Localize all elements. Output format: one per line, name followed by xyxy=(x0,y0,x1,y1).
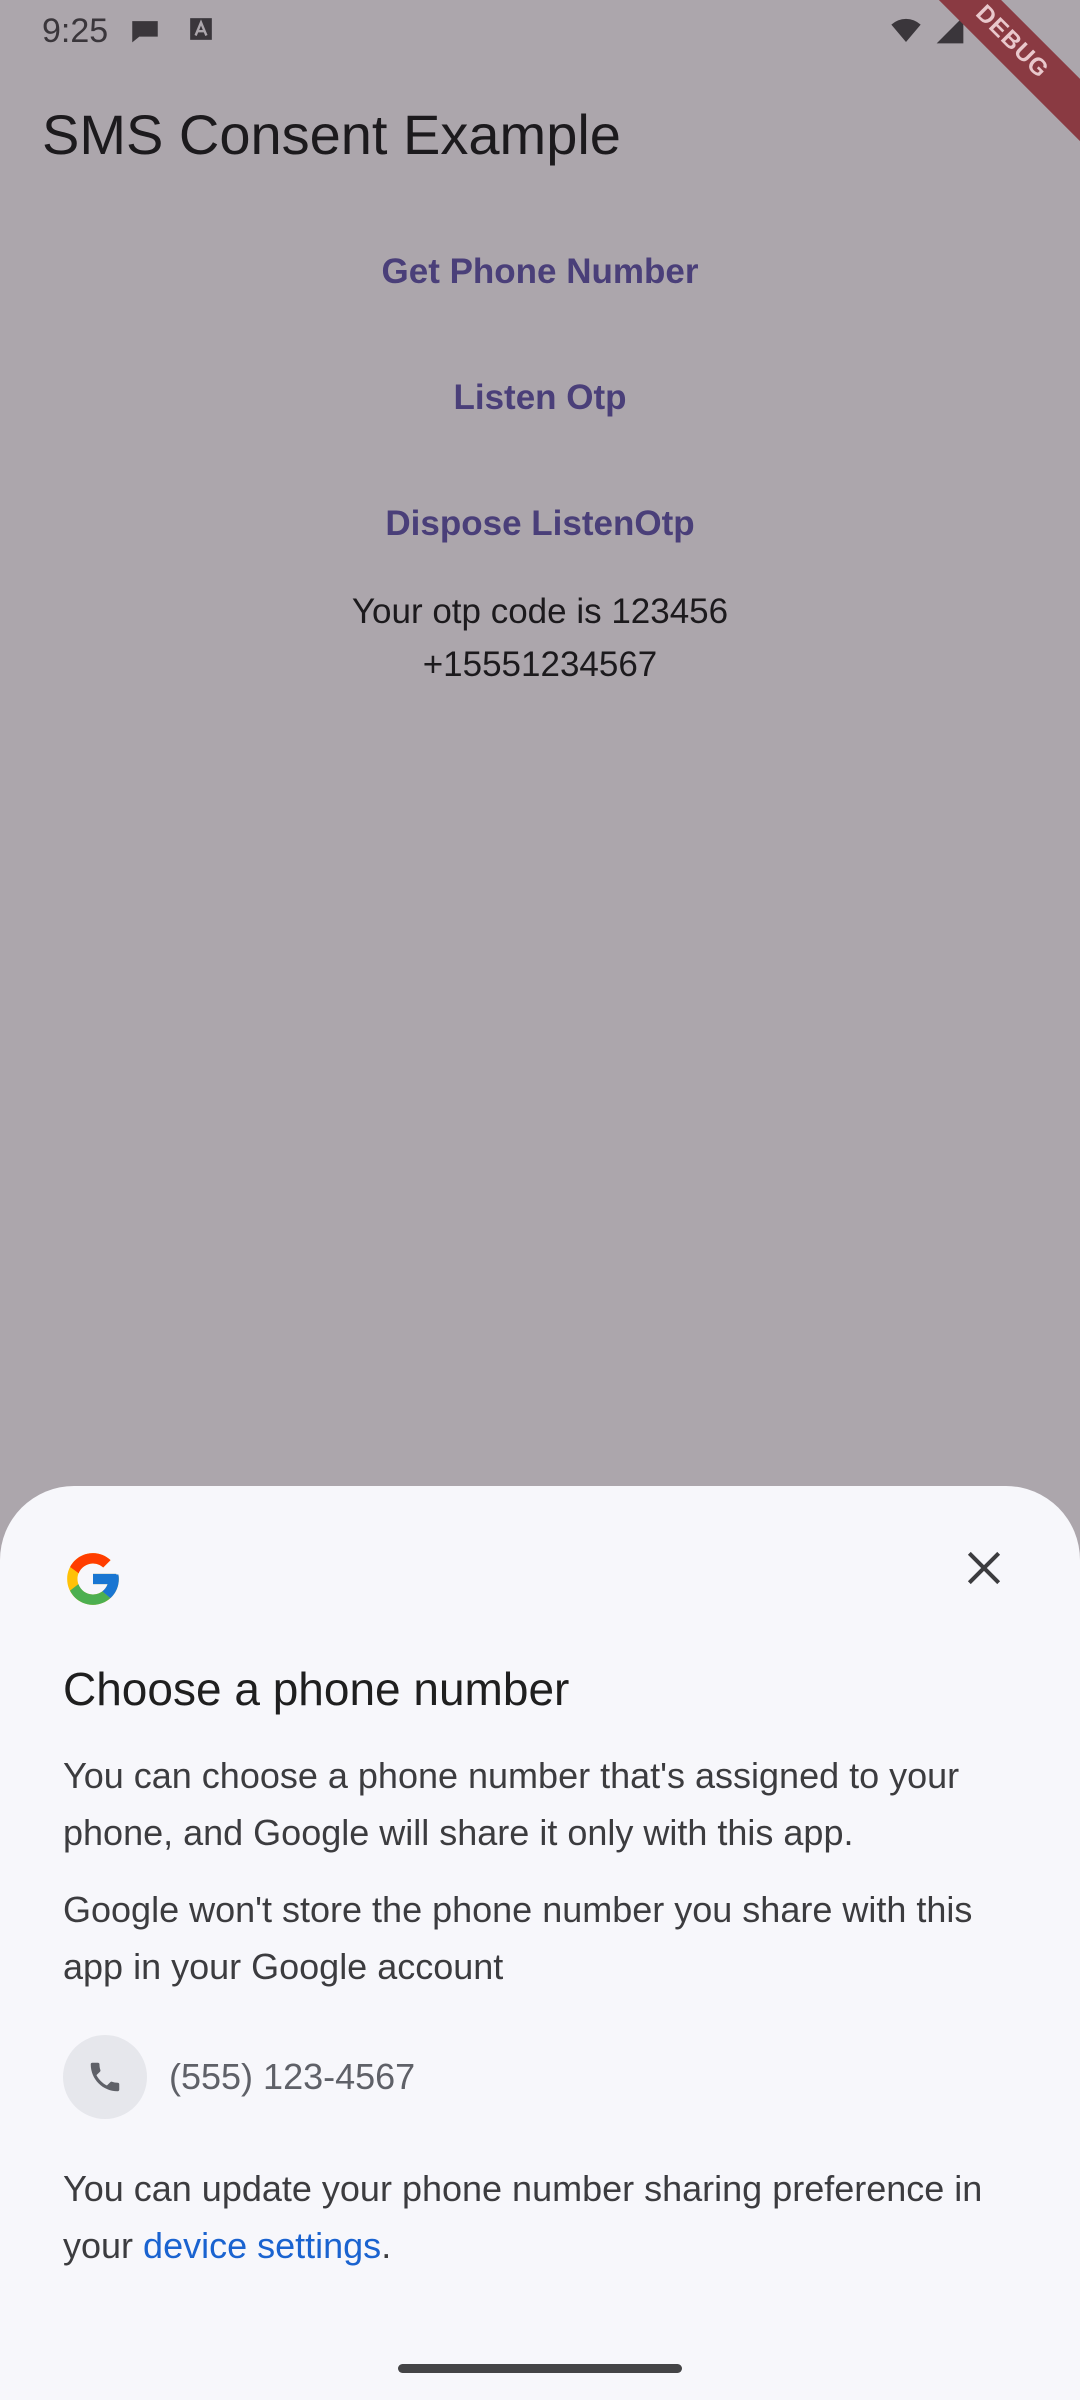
listen-otp-button[interactable]: Listen Otp xyxy=(0,378,1080,418)
phone-number-text: +15551234567 xyxy=(422,645,658,684)
google-g-icon xyxy=(62,1548,124,1615)
phone-number-option[interactable]: (555) 123-4567 xyxy=(63,2035,415,2119)
wifi-icon xyxy=(888,14,924,51)
get-phone-number-button[interactable]: Get Phone Number xyxy=(0,252,1080,292)
dispose-listen-otp-button[interactable]: Dispose ListenOtp xyxy=(0,504,1080,544)
sheet-title: Choose a phone number xyxy=(63,1663,570,1715)
phone-number-bottom-sheet: Choose a phone number You can choose a p… xyxy=(0,1486,1080,2400)
sheet-description-2: Google won't store the phone number you … xyxy=(63,1889,973,1987)
phone-icon-container xyxy=(63,2035,147,2119)
close-icon xyxy=(967,1551,1001,1585)
phone-number-label: (555) 123-4567 xyxy=(169,2056,416,2097)
chat-bubble-icon xyxy=(128,14,162,53)
phone-icon xyxy=(90,2062,120,2092)
home-indicator[interactable] xyxy=(398,2364,682,2373)
status-bar: 9:25 xyxy=(0,0,1080,64)
sheet-description-1: You can choose a phone number that's ass… xyxy=(63,1755,960,1853)
device-settings-link[interactable]: device settings xyxy=(143,2225,381,2266)
status-time: 9:25 xyxy=(42,12,109,50)
app-title: SMS Consent Example xyxy=(42,103,621,166)
otp-code-text: Your otp code is 123456 xyxy=(351,592,729,631)
sheet-footer: You can update your phone number sharing… xyxy=(63,2160,1023,2274)
font-a-icon xyxy=(188,14,214,49)
close-button[interactable] xyxy=(948,1532,1020,1604)
footer-text-suffix: . xyxy=(381,2225,392,2266)
